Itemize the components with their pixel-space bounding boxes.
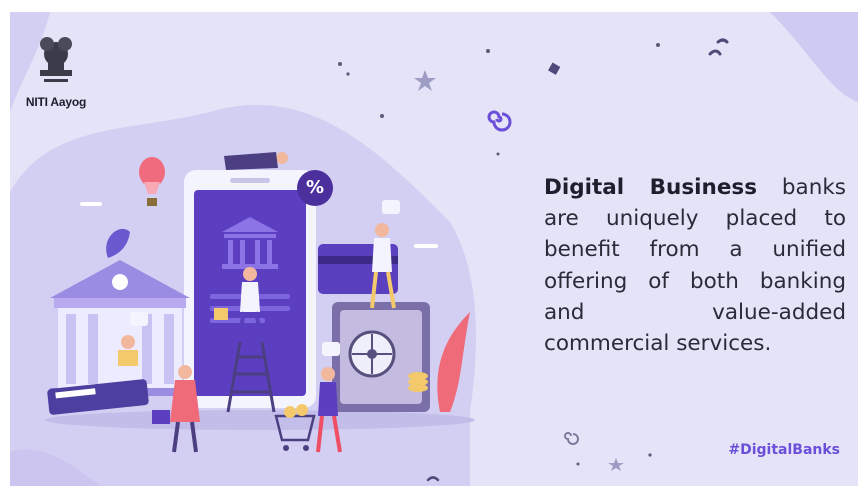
niti-aayog-logo: NITI Aayog	[16, 30, 96, 109]
headline-text: Digital Business banks are uniquely plac…	[544, 172, 846, 359]
dash-line	[414, 244, 438, 248]
dash-line	[80, 202, 102, 206]
sparkle-icon	[608, 458, 624, 471]
banner-card: % NITI Aayog Digital Business banks are …	[10, 12, 858, 486]
ground-shadow	[45, 410, 475, 430]
diamond-shape	[548, 62, 561, 75]
vault-icon	[332, 302, 430, 412]
chat-bubble-icon	[322, 342, 340, 356]
chat-bubble-icon	[382, 200, 400, 214]
chat-bubble-icon	[130, 312, 148, 326]
hashtag: #DigitalBanks	[728, 442, 840, 458]
state-emblem-icon	[40, 37, 72, 82]
discount-badge: %	[297, 172, 333, 204]
squiggle-icon	[708, 38, 729, 56]
swirl-icon	[487, 110, 512, 132]
corner-blob-top-right	[770, 12, 858, 102]
logo-text: NITI Aayog	[25, 95, 87, 109]
headline-rest: banks are uniquely placed to benefit fro…	[544, 175, 846, 357]
headline-bold: Digital Business	[544, 175, 758, 200]
coin-stack	[408, 372, 428, 392]
discount-badge-text: %	[305, 177, 325, 198]
swirl-icon	[564, 432, 579, 445]
sparkle-icon	[414, 70, 436, 91]
